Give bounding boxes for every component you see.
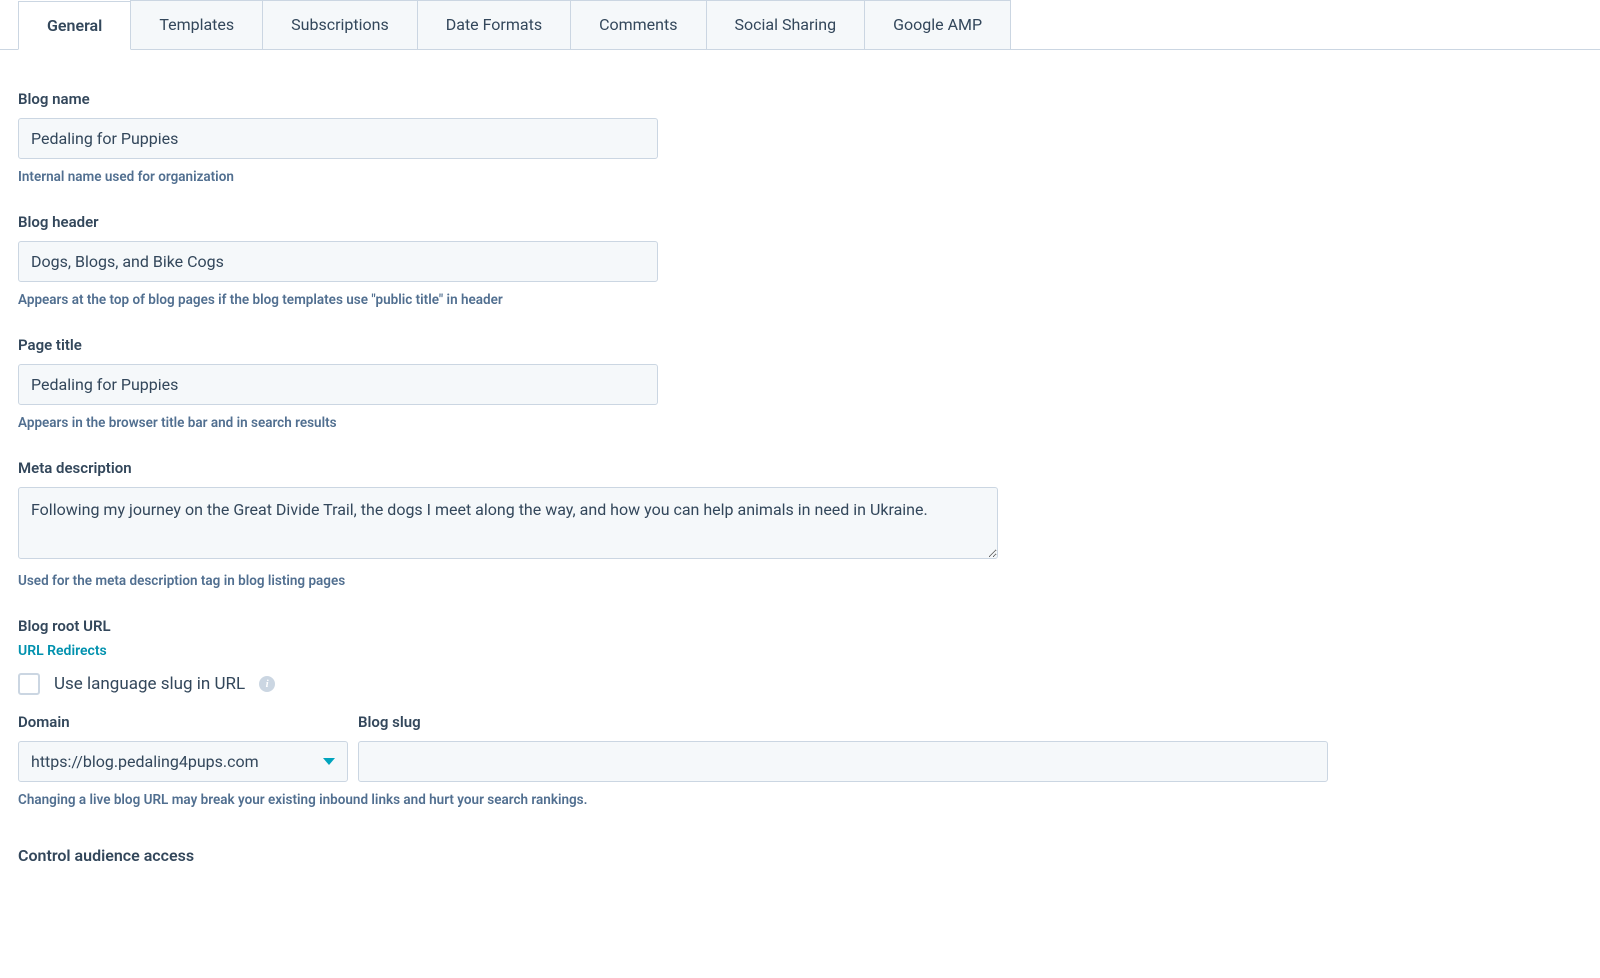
domain-select[interactable]: https://blog.pedaling4pups.com [18,741,348,782]
domain-label: Domain [18,713,348,731]
blog-header-group: Blog header Appears at the top of blog p… [18,213,1582,308]
url-redirects-link[interactable]: URL Redirects [18,643,107,659]
url-row: Domain https://blog.pedaling4pups.com Bl… [18,713,1582,782]
blog-root-url-group: Blog root URL URL Redirects Use language… [18,617,1582,808]
blog-name-group: Blog name Internal name used for organiz… [18,90,1582,185]
slug-column: Blog slug [358,713,1328,782]
page-title-group: Page title Appears in the browser title … [18,336,1582,431]
blog-root-url-label: Blog root URL [18,617,1582,635]
audience-access-heading: Control audience access [18,846,1582,865]
settings-tabs: General Templates Subscriptions Date For… [0,0,1600,50]
tab-comments[interactable]: Comments [570,0,706,49]
page-title-label: Page title [18,336,1582,354]
slug-label: Blog slug [358,713,1328,731]
meta-description-group: Meta description Used for the meta descr… [18,459,1582,589]
blog-header-help: Appears at the top of blog pages if the … [18,292,1582,308]
page-title-input[interactable] [18,364,658,405]
domain-column: Domain https://blog.pedaling4pups.com [18,713,348,782]
page-title-help: Appears in the browser title bar and in … [18,415,1582,431]
meta-description-input[interactable] [18,487,998,559]
tab-subscriptions[interactable]: Subscriptions [262,0,418,49]
settings-content: Blog name Internal name used for organiz… [0,50,1600,883]
chevron-down-icon [323,758,335,765]
domain-value: https://blog.pedaling4pups.com [31,752,259,771]
language-slug-label: Use language slug in URL [54,674,245,694]
language-slug-checkbox[interactable] [18,673,40,695]
blog-name-input[interactable] [18,118,658,159]
tab-google-amp[interactable]: Google AMP [864,0,1011,49]
language-slug-row: Use language slug in URL i [18,673,1582,695]
blog-root-url-help: Changing a live blog URL may break your … [18,792,1582,808]
blog-name-label: Blog name [18,90,1582,108]
tab-social-sharing[interactable]: Social Sharing [706,0,866,49]
meta-description-help: Used for the meta description tag in blo… [18,573,1582,589]
tab-general[interactable]: General [18,1,131,50]
tab-date-formats[interactable]: Date Formats [417,0,571,49]
blog-header-input[interactable] [18,241,658,282]
info-icon[interactable]: i [259,676,275,692]
blog-slug-input[interactable] [358,741,1328,782]
blog-name-help: Internal name used for organization [18,169,1582,185]
tab-templates[interactable]: Templates [130,0,263,49]
meta-description-label: Meta description [18,459,1582,477]
blog-header-label: Blog header [18,213,1582,231]
